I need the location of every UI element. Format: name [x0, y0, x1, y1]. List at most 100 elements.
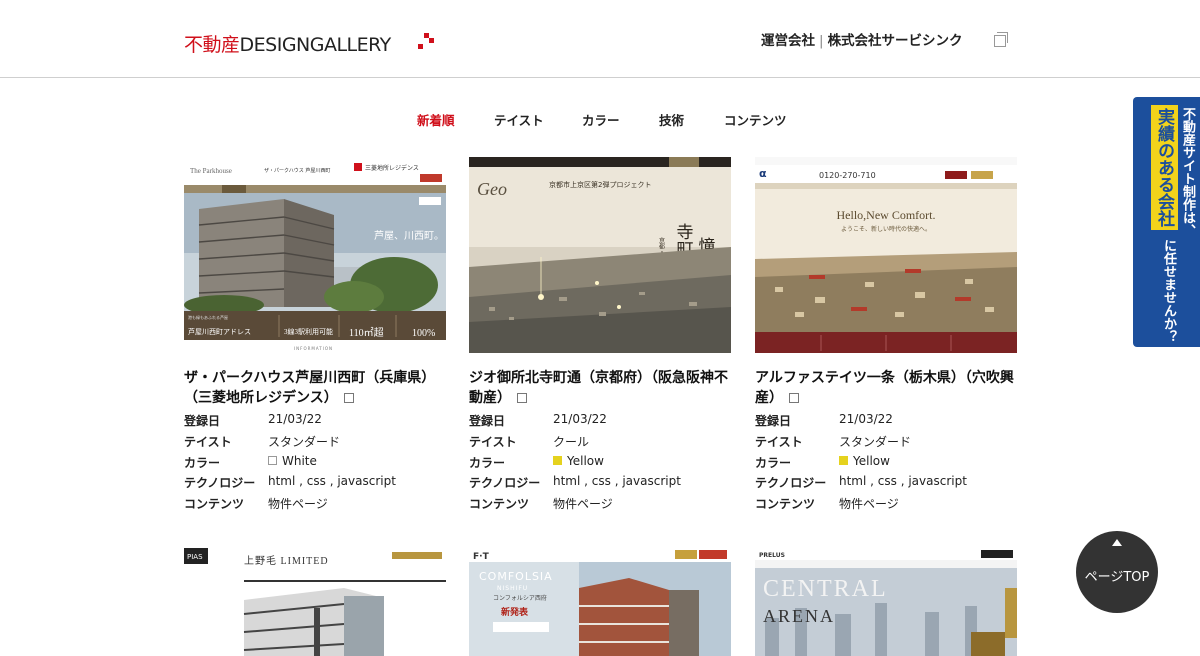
- card-thumbnail[interactable]: PRELUS CENTRAL ARENA: [755, 548, 1017, 656]
- card-thumbnail[interactable]: Geo 京都市上京区第2弾プロジェクト 寺町 憧憬 京都・御所北: [469, 157, 731, 353]
- meta-tech: html , css , javascript: [553, 474, 681, 489]
- nav-color[interactable]: カラー: [582, 110, 620, 129]
- meta-tech: html , css , javascript: [268, 474, 396, 489]
- meta-label: コンテンツ: [755, 497, 816, 512]
- meta-taste: クール: [553, 434, 590, 449]
- meta-label: カラー: [469, 455, 506, 470]
- meta-label: テクノロジー: [184, 476, 256, 491]
- card-thumbnail[interactable]: PIAS 上野毛 LIMITED: [184, 548, 446, 656]
- card-thumbnail[interactable]: The Parkhouse ザ・パークハウス 芦屋川西町 三菱地所レジデンス 芦…: [184, 157, 446, 353]
- color-swatch-white: [268, 455, 277, 465]
- nav-contents[interactable]: コンテンツ: [724, 110, 787, 129]
- thumb-brand: F·T: [473, 552, 490, 562]
- thumb-stat3: 110㎡超: [349, 326, 384, 339]
- thumb-jp: コンフォルシア西府: [493, 594, 547, 602]
- thumb-logo: Geo: [477, 179, 507, 199]
- external-link-icon[interactable]: [789, 393, 799, 403]
- gallery-card[interactable]: F·T COMFOLSIA NISHIFU コンフォルシア西府 新発表: [469, 548, 731, 656]
- logo-mark-icon: [418, 33, 434, 49]
- thumb-catch: 芦屋、川西町。: [374, 230, 444, 242]
- meta-label: 登録日: [469, 414, 506, 428]
- meta-label: コンテンツ: [469, 497, 530, 512]
- meta-color: Yellow: [553, 454, 604, 468]
- meta-label: テイスト: [184, 434, 232, 449]
- external-link-icon[interactable]: [343, 393, 354, 403]
- meta-label: コンテンツ: [184, 497, 245, 512]
- meta-color: Yellow: [839, 454, 890, 468]
- meta-date: 21/03/22: [553, 412, 607, 426]
- meta-contents: 物件ページ: [839, 497, 899, 512]
- meta-tech: html , css , javascript: [839, 474, 967, 489]
- meta-taste: スタンダード: [268, 434, 341, 449]
- thumb-name: ザ・パークハウス 芦屋川西町: [264, 167, 330, 174]
- gallery-card[interactable]: The Parkhouse ザ・パークハウス 芦屋川西町 三菱地所レジデンス 芦…: [184, 157, 446, 517]
- meta-label: テクノロジー: [755, 476, 827, 491]
- meta-label: 登録日: [755, 414, 792, 428]
- card-title[interactable]: アルファステイツ一条（栃木県）（穴吹興産）: [755, 368, 1017, 408]
- svg-text:α: α: [759, 167, 767, 180]
- gallery-card[interactable]: Geo 京都市上京区第2弾プロジェクト 寺町 憧憬 京都・御所北 ジオ御所北寺町…: [469, 157, 731, 517]
- nav-tech[interactable]: 技術: [659, 110, 684, 129]
- thumb-footer: INFORMATION: [294, 346, 333, 351]
- svg-text:The Parkhouse: The Parkhouse: [190, 167, 232, 175]
- thumb-name: COMFOLSIA: [479, 570, 553, 583]
- logo-text: DESIGNGALLERY: [239, 34, 392, 56]
- meta-date: 21/03/22: [839, 412, 893, 426]
- meta-contents: 物件ページ: [553, 497, 613, 512]
- thumb-badge: 新発表: [501, 606, 529, 618]
- card-meta: 登録日 21/03/22 テイスト クール カラー Yellow テクノロジー html…: [469, 412, 731, 516]
- meta-label: 登録日: [184, 414, 221, 428]
- gallery-card[interactable]: α 0120-270-710 Hello,New Comfort. ようこそ、新…: [755, 157, 1017, 517]
- company-link[interactable]: 運営会社 | 株式会社サービシンク: [761, 29, 963, 49]
- thumb-name2: ARENA: [763, 606, 835, 626]
- meta-contents: 物件ページ: [268, 497, 328, 512]
- thumb-headline: Hello,New Comfort.: [837, 208, 936, 222]
- external-window-icon[interactable]: [994, 32, 1008, 47]
- meta-label: カラー: [184, 455, 221, 470]
- card-thumbnail[interactable]: F·T COMFOLSIA NISHIFU コンフォルシア西府 新発表: [469, 548, 731, 656]
- svg-text:港も緑もあふれる芦屋: 港も緑もあふれる芦屋: [188, 314, 228, 320]
- thumb-brand: PRELUS: [759, 552, 785, 559]
- thumb-brand: PIAS: [187, 553, 203, 561]
- meta-label: テイスト: [469, 434, 517, 449]
- thumb-stat4: 100%: [412, 328, 435, 339]
- meta-label: テイスト: [755, 434, 803, 449]
- external-link-icon[interactable]: [517, 393, 527, 403]
- thumb-subline: ようこそ、新しい時代の快適へ。: [841, 225, 931, 233]
- thumb-name1: CENTRAL: [763, 576, 888, 602]
- thumb-name: 上野毛 LIMITED: [244, 555, 329, 567]
- card-meta: 登録日 21/03/22 テイスト スタンダード カラー Yellow テクノロジー h…: [755, 412, 1017, 516]
- thumb-sub: NISHIFU: [497, 585, 528, 592]
- side-banner[interactable]: 不動産サイト制作は、 実績のある会社 に任せませんか？: [1133, 97, 1200, 347]
- filter-nav: 新着順 テイスト カラー 技術 コンテンツ: [0, 110, 1200, 128]
- meta-label: カラー: [755, 455, 792, 470]
- site-header: 不動産DESIGNGALLERY 運営会社 | 株式会社サービシンク: [0, 0, 1200, 78]
- card-title[interactable]: ザ・パークハウス芦屋川西町（兵庫県）（三菱地所レジデンス）: [184, 368, 446, 408]
- color-swatch-yellow: [553, 455, 562, 465]
- arrow-up-icon: [1112, 539, 1122, 546]
- company-separator: |: [819, 33, 824, 49]
- card-title[interactable]: ジオ御所北寺町通（京都府）（阪急阪神不動産）: [469, 368, 731, 408]
- thumb-project: 京都市上京区第2弾プロジェクト: [549, 180, 651, 189]
- card-meta: 登録日 21/03/22 テイスト スタンダード カラー White テクノロジー ht…: [184, 412, 446, 516]
- nav-newest[interactable]: 新着順: [417, 110, 455, 129]
- color-swatch-yellow: [839, 455, 848, 465]
- thumb-stat1: 芦屋川西町アドレス: [188, 327, 251, 336]
- thumb-brand: 三菱地所レジデンス: [365, 164, 419, 172]
- meta-color: White: [268, 454, 317, 468]
- banner-line3: に任せませんか？: [1161, 239, 1176, 343]
- logo-red-text: 不動産: [184, 34, 240, 56]
- page-top-button[interactable]: ページTOP: [1076, 531, 1158, 613]
- nav-taste[interactable]: テイスト: [494, 110, 544, 129]
- card-thumbnail[interactable]: α 0120-270-710 Hello,New Comfort. ようこそ、新…: [755, 157, 1017, 353]
- gallery-card[interactable]: PRELUS CENTRAL ARENA: [755, 548, 1017, 656]
- site-logo[interactable]: 不動産DESIGNGALLERY: [184, 30, 391, 57]
- page-top-label: ページTOP: [1084, 570, 1150, 585]
- company-label: 運営会社: [761, 33, 815, 49]
- thumb-phone: 0120-270-710: [819, 171, 876, 180]
- gallery-card[interactable]: PIAS 上野毛 LIMITED: [184, 548, 446, 656]
- meta-date: 21/03/22: [268, 412, 322, 426]
- meta-taste: スタンダード: [839, 434, 912, 449]
- banner-line2: 実績のある会社: [1151, 105, 1178, 230]
- thumb-stat2: 3線3駅利用可能: [284, 327, 333, 336]
